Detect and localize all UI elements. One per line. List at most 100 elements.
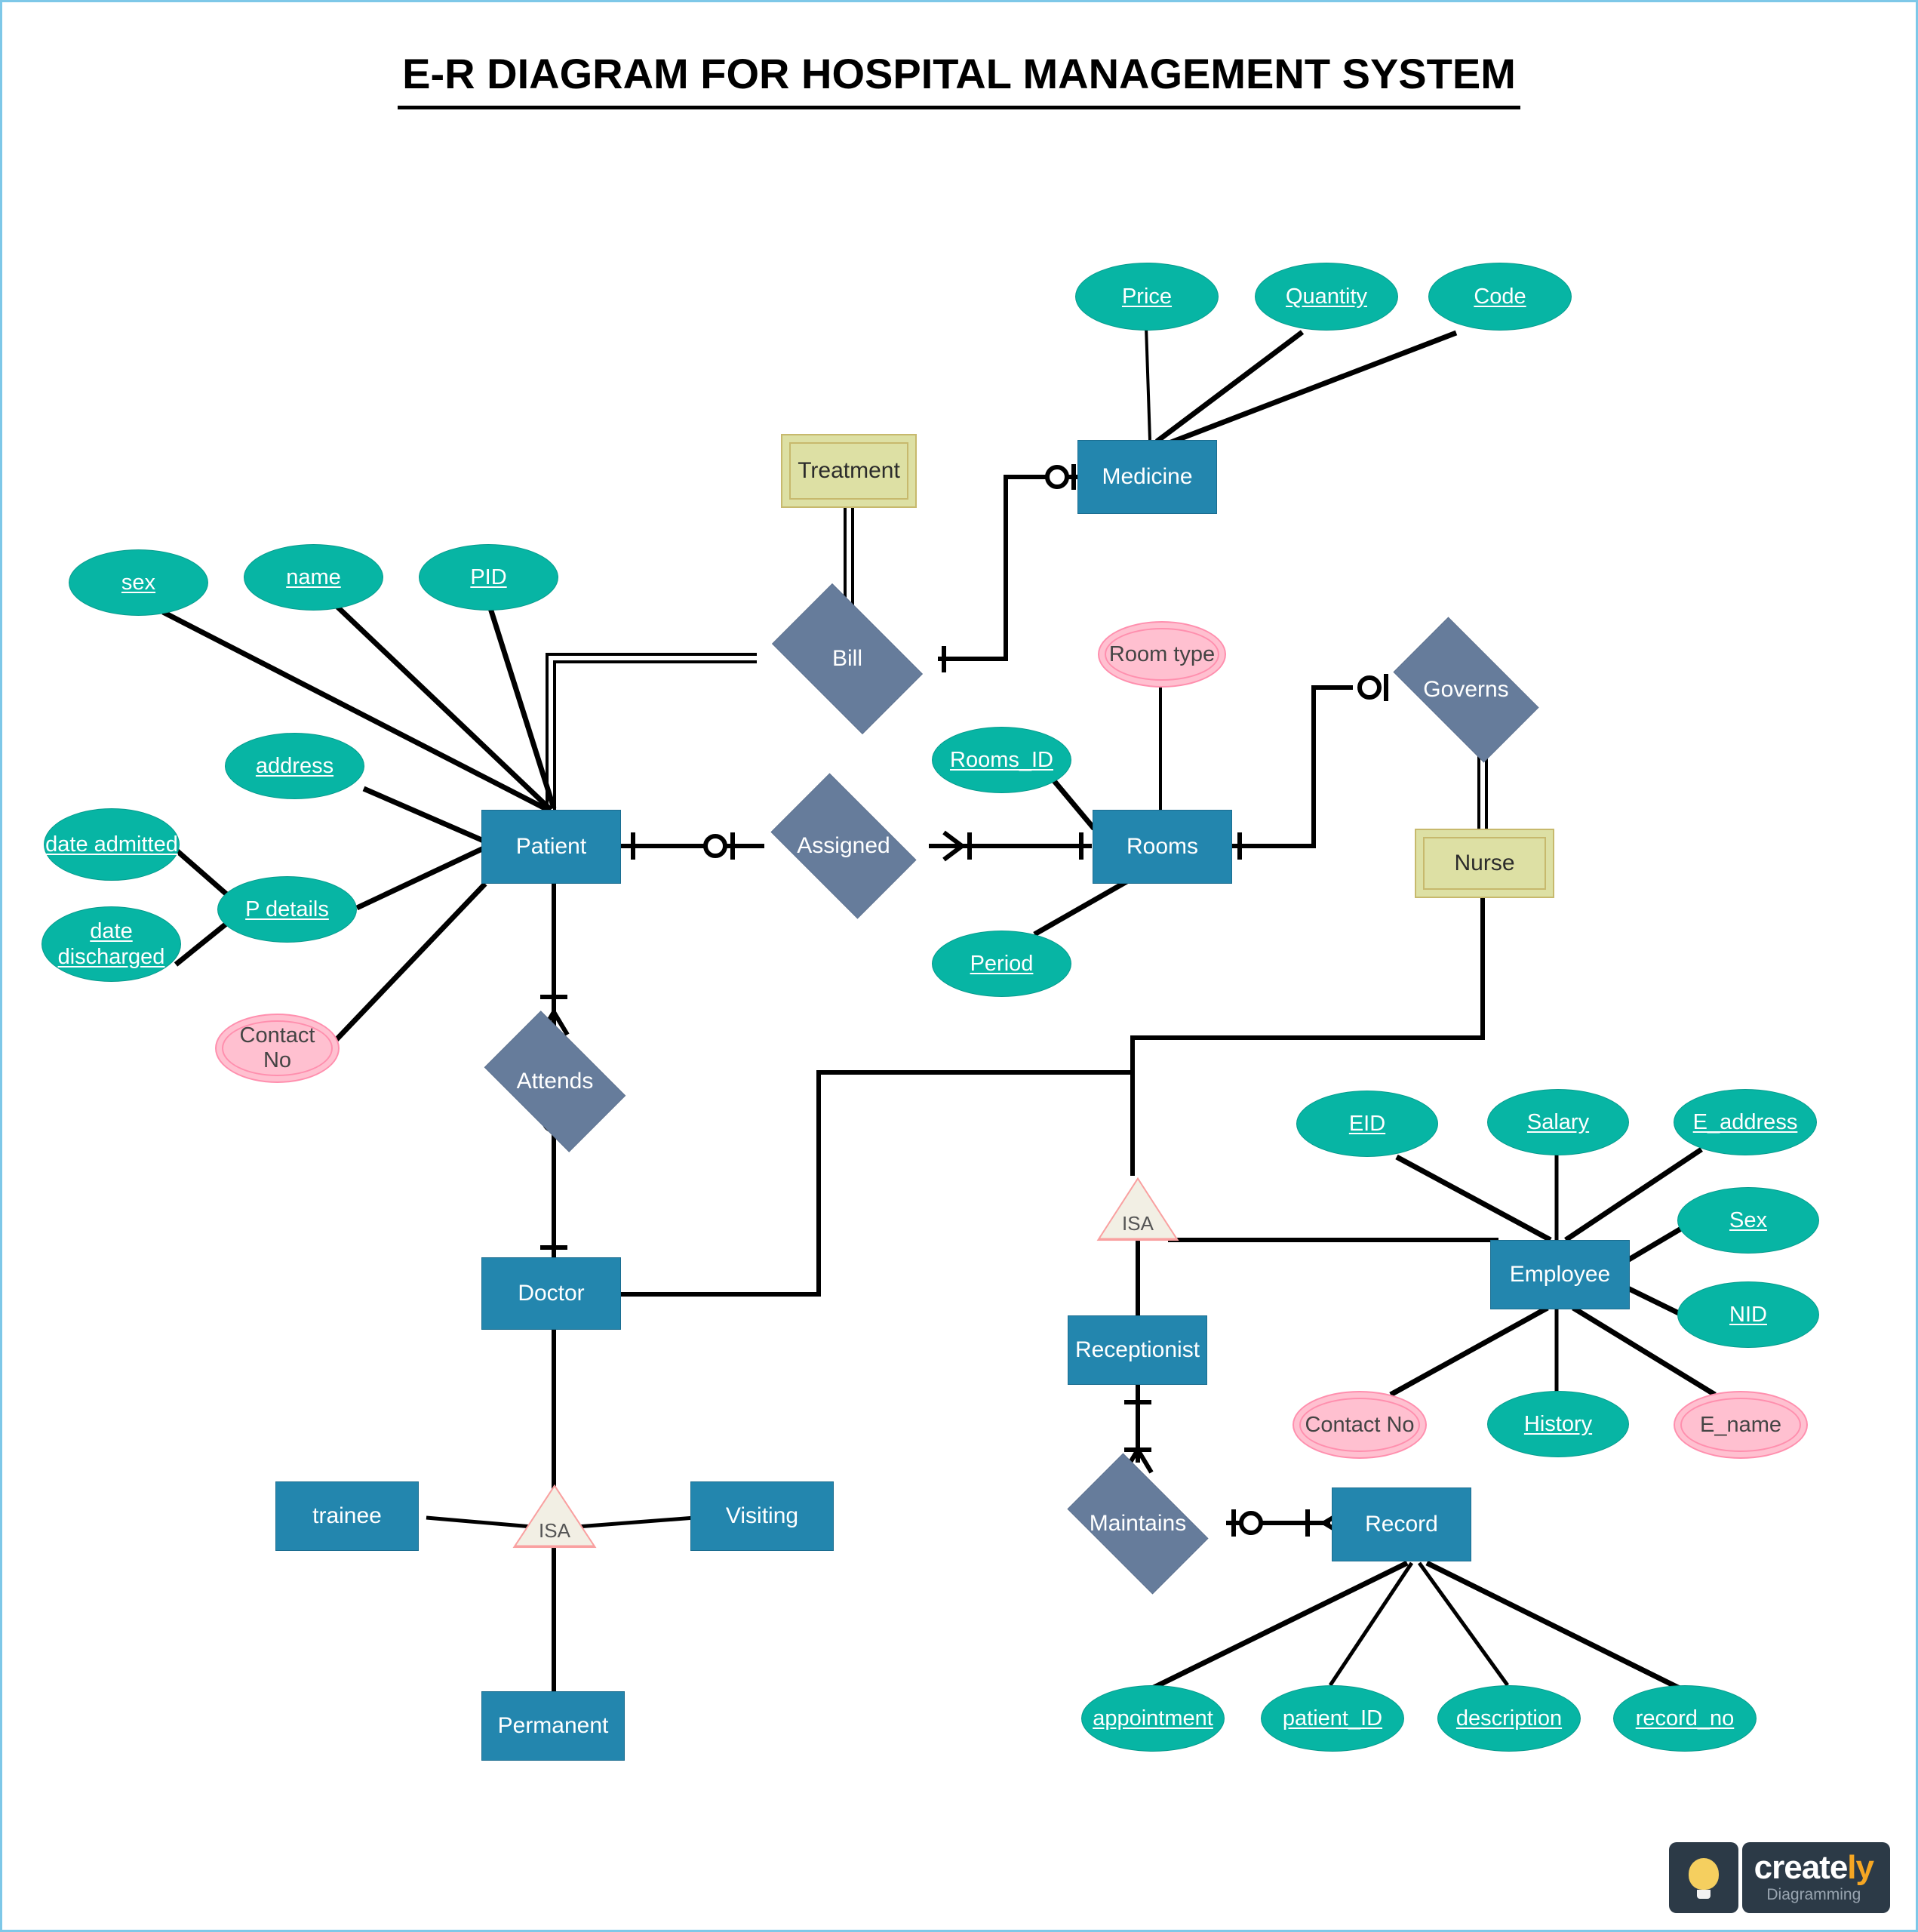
isa-employee-label: ISA <box>1122 1212 1154 1235</box>
attribute-salary[interactable]: Salary <box>1487 1089 1629 1155</box>
edge-name-patient <box>334 604 553 812</box>
relationship-assigned[interactable]: Assigned <box>757 773 930 919</box>
isa-doctor-label: ISA <box>539 1519 570 1542</box>
attribute-name-label: name <box>286 565 341 589</box>
relationship-attends-label: Attends <box>516 1069 594 1094</box>
attribute-code[interactable]: Code <box>1428 263 1572 331</box>
edge-code-medicine <box>1160 330 1458 449</box>
lightbulb-icon <box>1668 1842 1738 1913</box>
attribute-pid-label: PID <box>470 565 507 589</box>
attribute-description[interactable]: description <box>1437 1685 1581 1752</box>
relationship-maintains-label: Maintains <box>1089 1511 1187 1536</box>
entity-patient[interactable]: Patient <box>481 810 621 884</box>
attribute-nid[interactable]: NID <box>1677 1281 1819 1348</box>
attribute-history[interactable]: History <box>1487 1391 1629 1457</box>
attribute-sex[interactable]: sex <box>69 549 208 616</box>
attribute-nid-label: NID <box>1729 1302 1767 1327</box>
attribute-history-label: History <box>1523 1411 1593 1436</box>
entity-record[interactable]: Record <box>1332 1487 1471 1561</box>
entity-permanent[interactable]: Permanent <box>481 1691 625 1761</box>
attribute-room-type[interactable]: Room type <box>1098 621 1226 688</box>
attribute-date-admitted[interactable]: date admitted <box>44 808 180 881</box>
attribute-contact-no-employee[interactable]: Contact No <box>1292 1391 1427 1459</box>
edge-address-patient <box>362 786 487 844</box>
attribute-appointment-label: appointment <box>1093 1706 1213 1730</box>
entity-trainee[interactable]: trainee <box>275 1481 419 1551</box>
attribute-p-details[interactable]: P details <box>217 876 357 943</box>
attribute-period[interactable]: Period <box>932 931 1071 997</box>
brand-name: creately <box>1754 1849 1874 1887</box>
brand-tagline: Diagramming <box>1766 1886 1861 1904</box>
brand-name-main: create <box>1754 1849 1849 1887</box>
entity-rooms-label: Rooms <box>1126 834 1199 859</box>
attribute-record-no[interactable]: record_no <box>1613 1685 1757 1752</box>
attribute-e-address-label: E_address <box>1692 1109 1798 1134</box>
attribute-date-discharged[interactable]: date discharged <box>41 906 181 982</box>
entity-employee[interactable]: Employee <box>1490 1240 1630 1309</box>
edge-price-medicine <box>1145 326 1151 441</box>
attribute-room-type-label: Room type <box>1108 641 1216 666</box>
attribute-p-details-label: P details <box>245 897 329 921</box>
attribute-address[interactable]: address <box>225 733 364 799</box>
relationship-attends[interactable]: Attends <box>470 1011 640 1152</box>
edge-pdetails-patient <box>355 844 487 911</box>
attribute-record-no-label: record_no <box>1635 1706 1735 1730</box>
bulb-glass <box>1688 1858 1719 1890</box>
creately-brand: creately Diagramming <box>1741 1842 1890 1913</box>
attribute-eid[interactable]: EID <box>1296 1091 1438 1157</box>
entity-receptionist-label: Receptionist <box>1074 1337 1200 1362</box>
entity-rooms[interactable]: Rooms <box>1093 810 1232 884</box>
edge-bill-medicine <box>938 475 1077 661</box>
bulb-base <box>1696 1890 1711 1899</box>
edge-pid-patient <box>487 605 557 810</box>
attribute-patient-id[interactable]: patient_ID <box>1261 1685 1404 1752</box>
entity-permanent-label: Permanent <box>497 1713 609 1738</box>
brand-name-accent: ly <box>1847 1849 1874 1887</box>
attribute-quantity[interactable]: Quantity <box>1255 263 1398 331</box>
edge-doctor-isa-employee <box>621 1070 1133 1297</box>
attribute-contact-no-patient-label: Contact No <box>239 1023 315 1072</box>
entity-visiting[interactable]: Visiting <box>690 1481 834 1551</box>
card-medicine-zero <box>1045 465 1069 489</box>
attribute-e-name[interactable]: E_name <box>1674 1391 1808 1459</box>
attribute-e-address[interactable]: E_address <box>1674 1089 1817 1155</box>
weak-entity-treatment[interactable]: Treatment <box>781 434 917 508</box>
edge-quantity-medicine <box>1154 330 1305 444</box>
entity-patient-label: Patient <box>515 834 587 859</box>
attribute-contact-no-patient[interactable]: Contact No <box>215 1014 340 1083</box>
edge-rooms-governs <box>1230 685 1353 848</box>
attribute-period-label: Period <box>970 951 1034 976</box>
relationship-bill[interactable]: Bill <box>757 583 938 734</box>
creately-watermark: creately Diagramming <box>1668 1842 1890 1913</box>
edge-bill-patient-b <box>553 660 757 810</box>
attribute-appointment[interactable]: appointment <box>1081 1685 1225 1752</box>
attribute-employee-sex-label: Sex <box>1729 1208 1767 1232</box>
attribute-rooms-id-label: Rooms_ID <box>950 747 1053 772</box>
isa-doctor[interactable]: ISA <box>512 1484 597 1549</box>
entity-receptionist[interactable]: Receptionist <box>1068 1315 1207 1385</box>
relationship-bill-label: Bill <box>831 646 862 671</box>
relationship-governs-label: Governs <box>1423 677 1509 702</box>
attribute-code-label: Code <box>1474 284 1526 309</box>
bulb-shape <box>1688 1858 1719 1899</box>
er-diagram-page: E-R DIAGRAM FOR HOSPITAL MANAGEMENT SYST… <box>0 0 1918 1932</box>
attribute-price[interactable]: Price <box>1075 263 1219 331</box>
entity-record-label: Record <box>1365 1512 1438 1537</box>
relationship-governs[interactable]: Governs <box>1375 617 1557 763</box>
entity-doctor[interactable]: Doctor <box>481 1257 621 1330</box>
attribute-rooms-id[interactable]: Rooms_ID <box>932 727 1071 793</box>
attribute-employee-sex[interactable]: Sex <box>1677 1187 1819 1254</box>
relationship-maintains[interactable]: Maintains <box>1053 1453 1223 1595</box>
attribute-address-label: address <box>255 753 334 778</box>
attribute-pid[interactable]: PID <box>419 544 558 611</box>
entity-doctor-label: Doctor <box>518 1281 585 1306</box>
entity-trainee-label: trainee <box>312 1503 382 1528</box>
attribute-sex-label: sex <box>121 570 156 595</box>
weak-entity-nurse[interactable]: Nurse <box>1415 829 1554 898</box>
weak-entity-treatment-label: Treatment <box>798 458 900 483</box>
attribute-patient-id-label: patient_ID <box>1282 1706 1383 1730</box>
attribute-date-admitted-label: date admitted <box>45 832 178 857</box>
isa-employee[interactable]: ISA <box>1096 1177 1179 1241</box>
attribute-name[interactable]: name <box>244 544 383 611</box>
entity-medicine[interactable]: Medicine <box>1077 440 1217 514</box>
